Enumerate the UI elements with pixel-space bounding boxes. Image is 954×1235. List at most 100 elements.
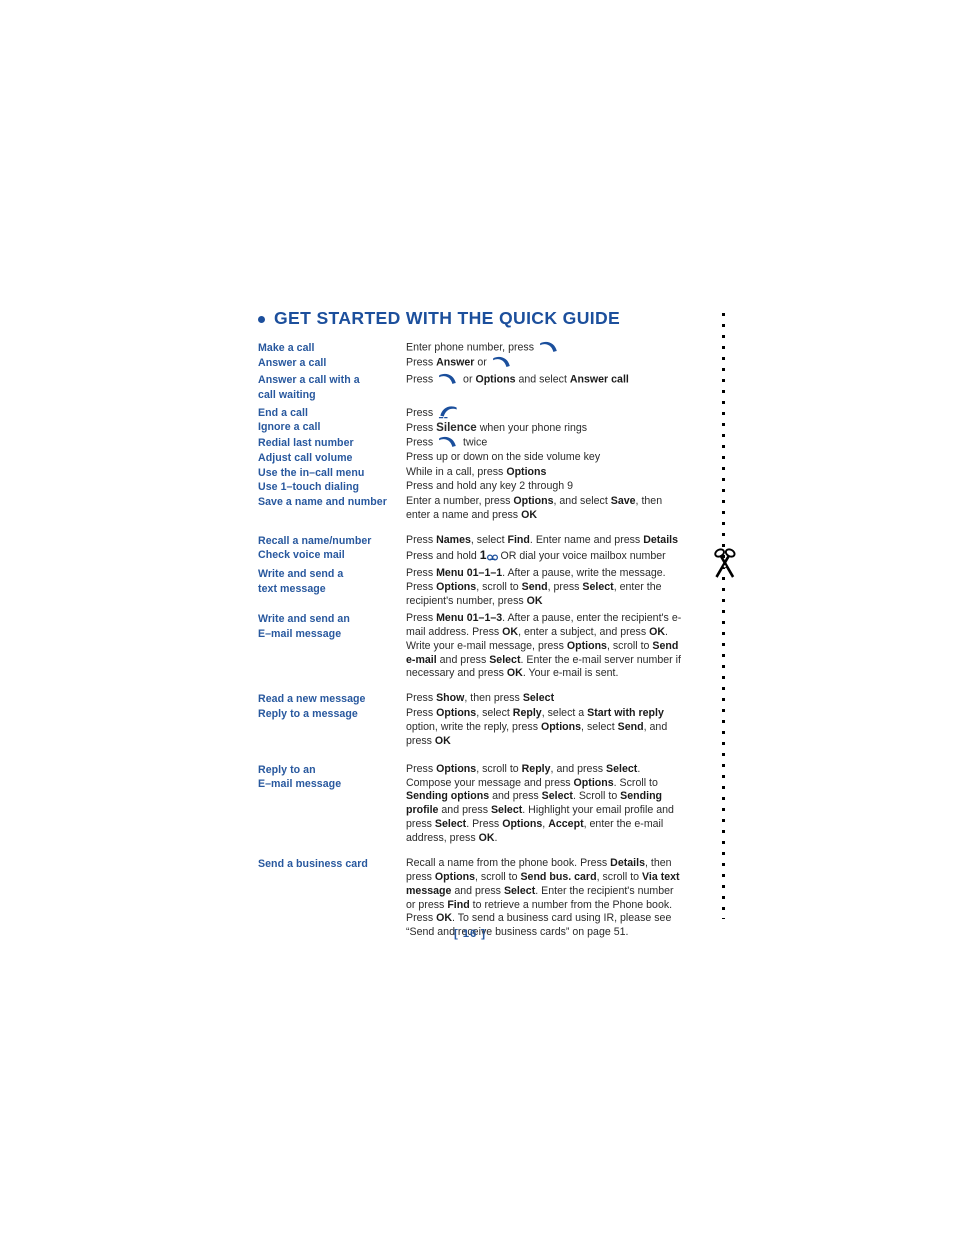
keyword: Send bus. card <box>520 870 597 883</box>
table-row: Ignore a call Press Silence when your pho… <box>258 420 683 436</box>
keyword: Find <box>447 898 470 911</box>
table-row: Adjust call volume Press up or down on th… <box>258 451 683 466</box>
keyword: Answer <box>436 355 475 368</box>
table-row: Use 1–touch dialing Press and hold any ke… <box>258 480 683 495</box>
keyword: OK <box>649 625 666 638</box>
guide-row-description: Enter phone number, press <box>406 341 683 356</box>
guide-row-description: Press Names, select Find. Enter name and… <box>406 534 683 549</box>
guide-row-description: Press Menu 01–1–3. After a pause, enter … <box>406 609 683 681</box>
text-run: Press <box>406 611 437 624</box>
guide-row-label: Read a new message <box>258 693 366 706</box>
keyword: Send <box>617 720 644 733</box>
keyword: Accept <box>548 818 584 831</box>
end-call-key-icon <box>438 405 458 419</box>
text-run: . Your e-mail is sent. <box>522 667 619 680</box>
keyword: Select <box>606 762 638 775</box>
text-run: , scroll to <box>475 870 521 883</box>
table-row: Save a name and number Enter a number, pr… <box>258 495 683 523</box>
keyword: Options <box>436 762 477 775</box>
keyword: Details <box>643 533 679 546</box>
guide-row-label-line: text message <box>258 583 326 595</box>
guide-row-label: Recall a name/number <box>258 534 372 547</box>
text-run: . Enter name and press <box>529 533 644 546</box>
keyword: OK <box>434 734 451 747</box>
guide-row-label: Answer a call with a call waiting <box>258 370 406 402</box>
guide-row-label-line: Write and send an <box>258 612 350 625</box>
text-run: Recall a name from the phone book. Press <box>406 856 611 869</box>
table-row: Use the in–call menu While in a call, pre… <box>258 466 683 481</box>
guide-row-label: Reply to an E–mail message <box>258 760 406 846</box>
table-row: Read a new message Press Show, then press… <box>258 692 683 707</box>
keyword: Select <box>503 884 536 897</box>
guide-row-description: Enter a number, press Options, and selec… <box>406 495 683 523</box>
guide-row-description: While in a call, press Options <box>406 465 547 478</box>
guide-row-label: Adjust call volume <box>258 451 353 464</box>
keyword: Send <box>521 581 548 594</box>
text-run: and press <box>438 804 491 817</box>
text-run: , then press <box>464 692 523 705</box>
guide-row-description: Press Show, then press Select <box>406 692 683 707</box>
guide-row-label: Write and send an E–mail message <box>258 609 406 681</box>
table-row: Reply to an E–mail message Press Options, … <box>258 760 683 846</box>
table-row: Write and send a text message Press Menu 0… <box>258 564 683 609</box>
guide-row-description: Press Answer or <box>406 356 683 371</box>
guide-row-label: Save a name and number <box>258 495 387 508</box>
keyword: Select <box>489 653 521 666</box>
keyword: OK <box>478 832 495 844</box>
row-spacer <box>258 681 683 692</box>
text-run: , select <box>581 720 618 733</box>
guide-row-description: Press Options, select Reply, select a St… <box>406 707 683 749</box>
keyword: Options <box>566 639 607 652</box>
keyword: Find <box>507 533 530 546</box>
text-run: option, write the reply, press <box>406 720 541 733</box>
guide-row-description: Press or Options and select Answer call <box>406 373 629 386</box>
keyword: Start with reply <box>587 707 664 719</box>
keyword: Reply <box>521 762 551 775</box>
guide-row-label: Use 1–touch dialing <box>258 481 360 494</box>
keyword: Show <box>436 692 465 705</box>
text-run: . Scroll to <box>613 776 658 789</box>
voicemail-one-key-icon: 1 <box>480 548 498 562</box>
guide-row-label-line: call waiting <box>258 389 316 402</box>
keyword: Answer call <box>569 373 629 386</box>
cut-line-dotted <box>722 313 725 919</box>
text-run: . <box>494 832 498 844</box>
keyword: OK <box>521 508 537 521</box>
quick-guide-table: Make a call Enter phone number, press Ans… <box>258 341 683 940</box>
text-run: , press <box>547 581 583 594</box>
keyword: Options <box>475 373 516 386</box>
green-call-key-icon <box>492 355 512 368</box>
guide-row-label: Check voice mail <box>258 549 345 562</box>
guide-row-description: Press and hold 1 OR dial your voice mail… <box>406 548 666 563</box>
table-row: Recall a name/number Press Names, select … <box>258 534 683 549</box>
keyword: Names <box>436 533 471 546</box>
guide-row-label: Ignore a call <box>258 421 321 434</box>
text-run: , scroll to <box>476 762 522 775</box>
table-row: Reply to a message Press Options, select … <box>258 707 683 749</box>
keyword: Options <box>540 720 582 733</box>
text-run: , select a <box>541 707 588 719</box>
keyword: Options <box>436 707 477 719</box>
text-run: and press <box>451 884 504 897</box>
page-title: GET STARTED WITH THE QUICK GUIDE <box>274 308 621 328</box>
text-run: , enter a subject, and press <box>518 625 650 638</box>
guide-row-label: Redial last number <box>258 437 354 450</box>
keyword: Options <box>506 465 547 478</box>
text-run: Press <box>406 533 437 546</box>
text-run: and press <box>489 790 542 803</box>
table-row: Redial last number Press twice <box>258 436 683 451</box>
text-run: Enter a number, press <box>406 494 514 507</box>
row-spacer <box>258 846 683 857</box>
row-spacer <box>258 523 683 534</box>
keyword: Reply <box>512 707 542 719</box>
keyword: Menu 01–1–1 <box>436 567 503 580</box>
green-call-key-icon <box>438 435 458 448</box>
page-number-value: [ 16 ] <box>454 928 486 940</box>
guide-row-label-line: Answer a call with a <box>258 374 360 387</box>
text-run: and press <box>436 653 490 666</box>
keyword: Options <box>513 494 554 507</box>
scissors-icon <box>711 545 739 587</box>
table-row: Answer a call with a call waiting Press or… <box>258 370 683 402</box>
manual-page: GET STARTED WITH THE QUICK GUIDE Make a … <box>0 0 954 1235</box>
guide-row-label-line: E–mail message <box>258 627 342 640</box>
